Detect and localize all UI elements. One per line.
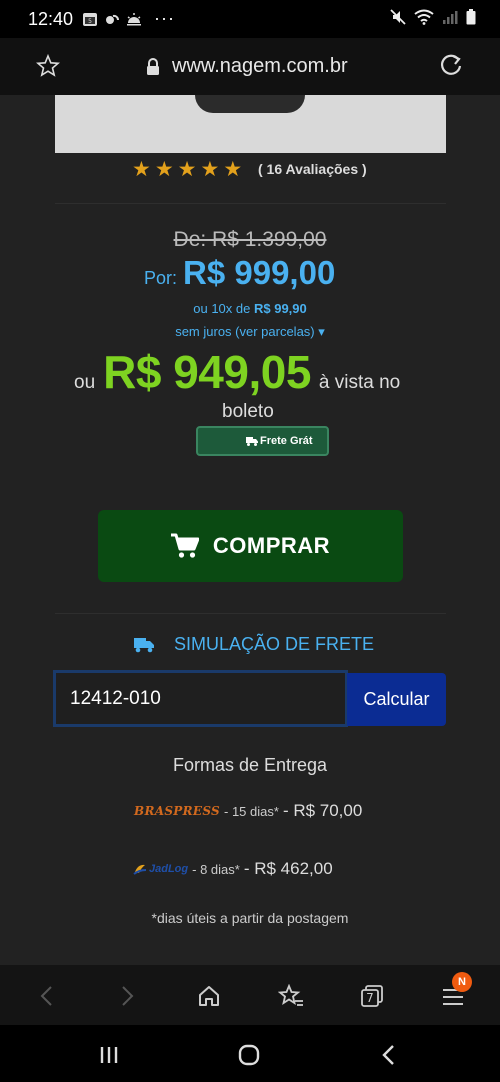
- shipping-option: BRASPRESS - 15 dias* - R$ 70,00: [134, 801, 362, 821]
- battery-icon: [466, 9, 476, 25]
- parcelas-link[interactable]: sem juros (ver parcelas) ▾: [0, 324, 500, 340]
- truck-icon: [134, 637, 154, 652]
- signal-icon: [443, 11, 458, 24]
- divider: [55, 613, 446, 614]
- cart-icon: [170, 533, 199, 558]
- shipping-option: JadLog - 8 dias* - R$ 462,00: [133, 859, 333, 879]
- current-price: R$ 999,00: [183, 254, 336, 291]
- braspress-logo: BRASPRESS: [134, 804, 221, 818]
- star-icon: ★: [177, 158, 197, 181]
- star-icon: ★: [200, 158, 220, 181]
- installments-info: ou 10x de R$ 99,90: [0, 301, 500, 316]
- reload-icon[interactable]: [438, 53, 464, 79]
- recent-apps-button[interactable]: [94, 1040, 124, 1070]
- rating-stars: ★ ★ ★ ★ ★: [132, 159, 242, 180]
- status-bar: 12:40 5 ···: [0, 0, 500, 38]
- caret-down-icon[interactable]: ▾: [318, 324, 325, 339]
- status-right-icons: [390, 9, 476, 25]
- notification-badge: N: [452, 972, 472, 992]
- calendar-notification-icon: 5: [83, 12, 97, 26]
- back-button[interactable]: [32, 981, 62, 1011]
- back-nav-button[interactable]: [374, 1040, 404, 1070]
- wifi-icon: [414, 9, 434, 25]
- star-icon: ★: [223, 158, 243, 181]
- cash-prefix: ou: [74, 372, 96, 393]
- home-button[interactable]: [194, 981, 224, 1011]
- recent-apps-icon: [100, 1047, 118, 1063]
- page-content: ★ ★ ★ ★ ★ ( 16 Avaliações ) De: R$ 1.399…: [0, 95, 500, 965]
- svg-text:5: 5: [88, 18, 92, 25]
- calculate-button[interactable]: Calcular: [347, 673, 446, 726]
- tabs-button[interactable]: 7: [357, 981, 387, 1011]
- cash-price: R$ 949,05: [103, 346, 311, 398]
- buy-label[interactable]: COMPRAR: [213, 533, 330, 559]
- star-icon: ★: [154, 158, 174, 181]
- chevron-right-icon: [122, 986, 134, 1006]
- status-time: 12:40: [28, 9, 74, 29]
- tabs-icon: 7: [361, 985, 383, 1007]
- bookmark-star-icon[interactable]: [36, 54, 60, 78]
- status-left-icons: 5 ···: [82, 8, 175, 29]
- system-navigation-bar: [0, 1025, 500, 1082]
- shipping-days: - 8 dias*: [192, 861, 240, 877]
- shipping-note: *dias úteis a partir da postagem: [151, 910, 349, 926]
- divider: [55, 203, 446, 204]
- free-shipping-badge: Frete Grát: [196, 426, 329, 456]
- forward-button[interactable]: [112, 981, 142, 1011]
- back-nav-icon: [382, 1045, 394, 1065]
- cash-suffix: à vista no: [318, 372, 401, 393]
- weather-notification-icon: [106, 14, 119, 24]
- chevron-left-icon: [40, 986, 52, 1006]
- home-icon: [199, 986, 219, 1006]
- url-bar: www.nagem.com.br: [0, 38, 500, 95]
- cash-price-row: ou R$ 949,05 à vista no: [74, 345, 400, 399]
- more-notifications-indicator: ···: [154, 8, 175, 28]
- mute-icon: [390, 9, 406, 25]
- sunrise-notification-icon: [127, 12, 141, 25]
- home-nav-button[interactable]: [234, 1040, 264, 1070]
- product-image: [55, 95, 446, 153]
- shipping-price: - R$ 70,00: [282, 801, 363, 820]
- old-price: De: R$ 1.399,00: [173, 228, 327, 251]
- star-icon: ★: [132, 158, 151, 181]
- monitor-stand-graphic: [195, 95, 305, 113]
- tab-count: 7: [366, 991, 374, 1005]
- url-address[interactable]: www.nagem.com.br: [172, 55, 348, 78]
- installments-value: R$ 99,90: [253, 301, 307, 316]
- current-price-row: Por: R$ 999,00: [144, 254, 335, 292]
- buy-button[interactable]: COMPRAR: [98, 510, 403, 582]
- cep-input[interactable]: [53, 670, 348, 727]
- shipping-days: - 15 dias*: [224, 803, 279, 819]
- jadlog-mark-icon: [133, 864, 147, 875]
- installments-prefix: ou 10x de: [193, 301, 251, 316]
- jadlog-logo: JadLog: [133, 862, 188, 876]
- home-nav-icon: [238, 1044, 260, 1066]
- lock-icon: [147, 58, 159, 75]
- delivery-options-title: Formas de Entrega: [172, 755, 328, 775]
- shipping-price: - R$ 462,00: [243, 859, 333, 878]
- jadlog-logo-text: JadLog: [149, 863, 189, 875]
- shipping-simulation-label: SIMULAÇÃO DE FRETE: [174, 634, 375, 654]
- truck-icon: [246, 437, 258, 446]
- bookmarks-icon: [278, 984, 303, 1006]
- cash-boleto-label: boleto: [222, 401, 274, 422]
- por-label: Por:: [144, 268, 178, 288]
- parcelas-label[interactable]: sem juros (ver parcelas): [175, 324, 314, 339]
- browser-toolbar: 7 N: [0, 965, 500, 1025]
- shipping-simulation-heading: SIMULAÇÃO DE FRETE: [134, 634, 374, 655]
- free-shipping-label: Frete Grát: [260, 435, 313, 447]
- bookmarks-button[interactable]: [276, 981, 306, 1011]
- reviews-count-link[interactable]: ( 16 Avaliações ): [258, 161, 367, 177]
